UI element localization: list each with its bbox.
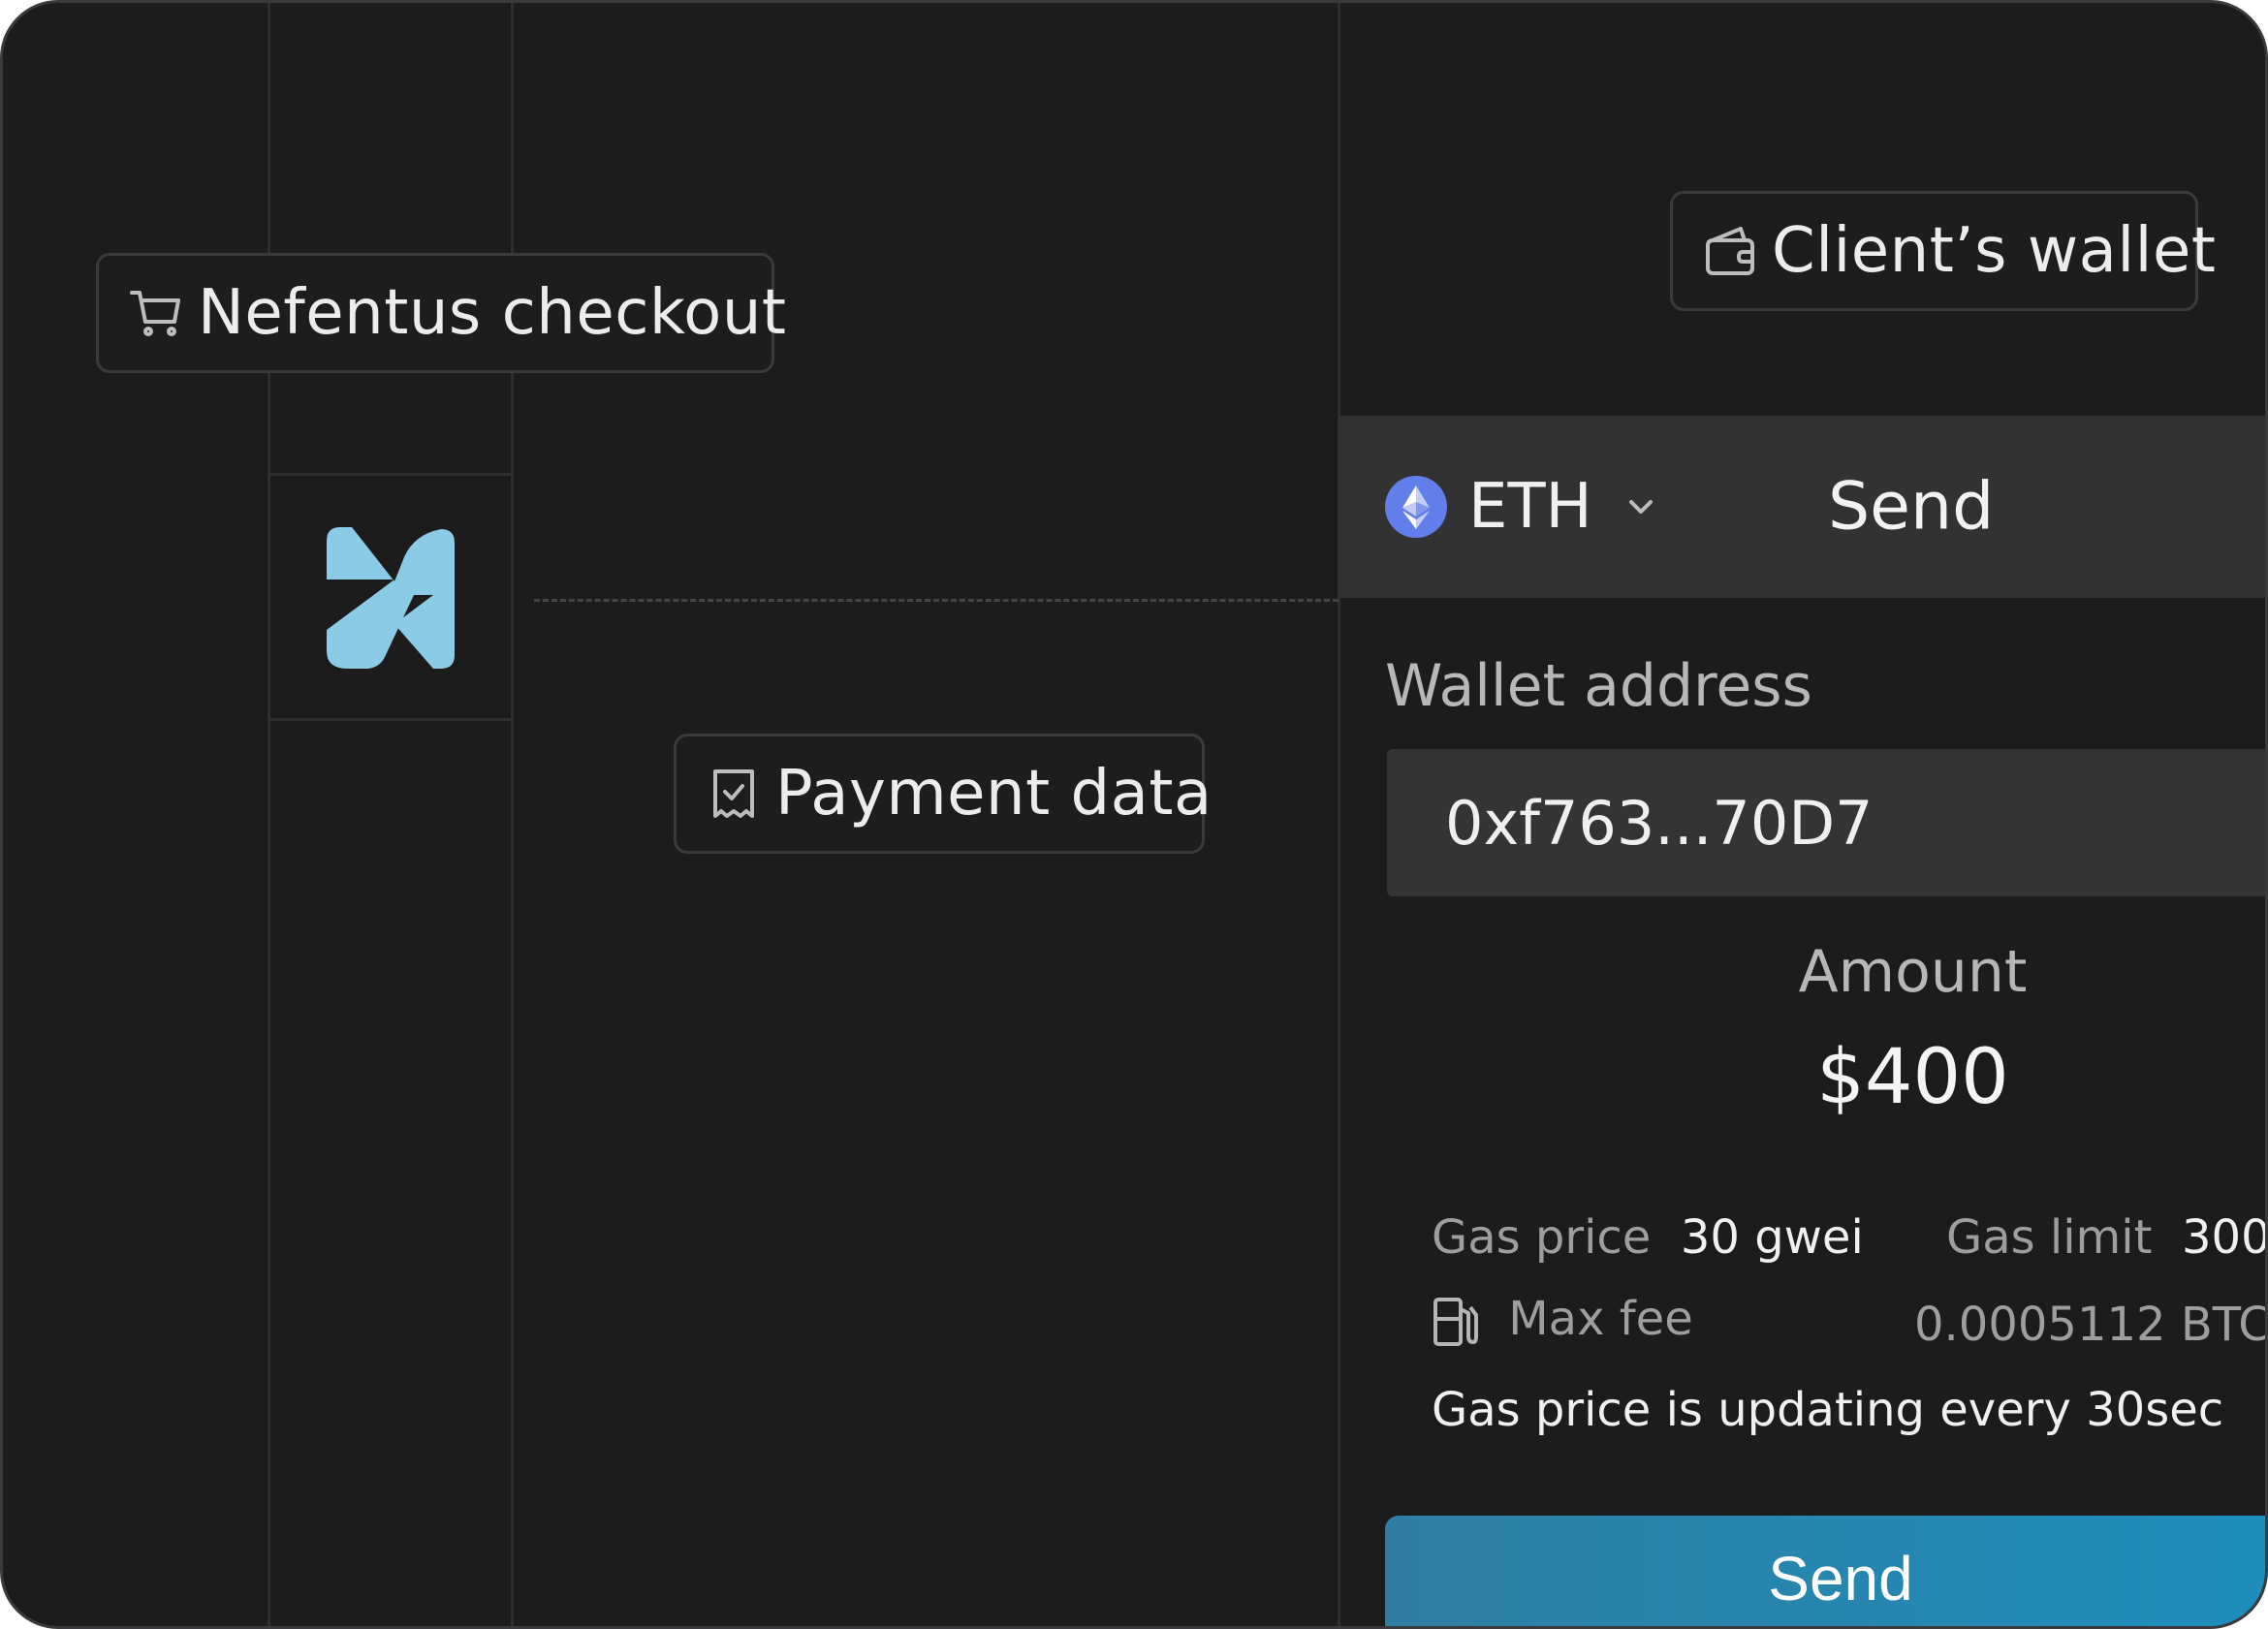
send-button[interactable]: Send [1385,1516,2265,1626]
gas-note-row: Gas price is updating every 30sec [1432,1383,2223,1437]
gas-limit-value: 3000 [2181,1210,2268,1265]
gas-note: Gas price is updating every 30sec [1432,1383,2224,1437]
nefentus-logo-icon [327,527,455,669]
chevron-down-icon [1628,500,1653,514]
max-fee-value: 0.0005112 BTC [1914,1298,2268,1352]
grid-line [268,3,270,1626]
gas-price-value: 30 gwei [1680,1210,1864,1265]
wallet-header: ETH Send [1339,416,2265,598]
tag-label: Nefentus checkout [198,277,787,349]
gas-price-label: Gas price [1432,1210,1652,1265]
cart-icon [128,285,184,341]
gas-price-row: Gas price 30 gwei [1432,1210,1864,1265]
amount-value: $400 [1816,1034,2009,1121]
gas-limit-row: Gas limit 3000 [1946,1210,2268,1265]
panel-title: Send [1828,468,1995,546]
max-fee-row: Max fee [1432,1292,1693,1348]
max-fee-value-row: 0.0005112 BTC [1914,1298,2268,1352]
wallet-address-field[interactable]: 0xf763...70D7 [1387,749,2265,896]
receipt-icon [706,766,762,822]
tag-label: Payment data [775,758,1213,830]
gas-limit-label: Gas limit [1946,1210,2153,1265]
scene: Nefentus checkout Client’s wallet Paymen… [0,0,2268,1629]
amount-label: Amount [1798,938,2028,1006]
wallet-panel: ETH Send Wallet address 0xf763...70D7 Am… [1339,3,2268,1626]
tag-payment-data: Payment data [674,734,1212,854]
wallet-address-label: Wallet address [1385,652,1812,720]
connector-dashed-line [534,599,1339,602]
coin-selector[interactable]: ETH [1385,471,1660,543]
wallet-address-value: 0xf763...70D7 [1445,787,1874,859]
ethereum-icon [1385,476,1447,538]
tag-nefentus-checkout: Nefentus checkout [96,253,786,373]
fuel-icon [1433,1298,1478,1346]
nefentus-logo [269,476,512,720]
coin-label: ETH [1468,471,1592,543]
diagram-frame: Nefentus checkout Client’s wallet Paymen… [0,0,2268,1629]
max-fee-label: Max fee [1508,1292,1693,1346]
grid-line [511,3,514,1626]
